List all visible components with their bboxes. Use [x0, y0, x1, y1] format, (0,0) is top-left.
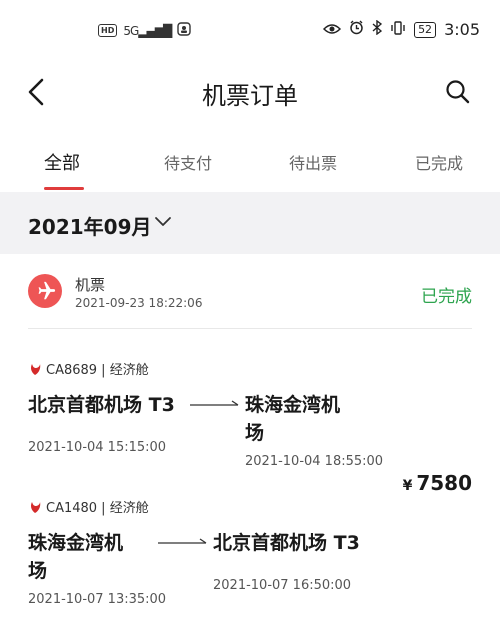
- arrival-time: 2021-10-04 18:55:00: [245, 454, 384, 469]
- month-label: 2021年09月: [28, 215, 152, 239]
- order-created-time: 2021-09-23 18:22:06: [75, 296, 203, 310]
- alarm-icon: [349, 20, 364, 39]
- order-header[interactable]: 机票 2021-09-23 18:22:06 已完成: [0, 262, 500, 328]
- active-tab-indicator: [44, 187, 84, 190]
- month-filter[interactable]: 2021年09月: [0, 192, 500, 254]
- tab-pending-ticketing[interactable]: 待出票: [289, 150, 337, 174]
- bluetooth-icon: [372, 19, 383, 39]
- divider: [28, 328, 472, 329]
- arrival-city: 北京首都机场 T3: [213, 532, 360, 554]
- order-type: 机票: [75, 276, 106, 294]
- flight-number: CA8689 | 经济舱: [46, 363, 149, 378]
- header: 机票订单: [0, 62, 500, 122]
- vpn-icon: [177, 22, 191, 39]
- order-status: 已完成: [421, 287, 472, 307]
- flight-info: CA1480 | 经济舱: [28, 497, 149, 516]
- chevron-down-icon: [155, 217, 171, 226]
- tab-all[interactable]: 全部: [44, 149, 80, 175]
- plane-badge: [28, 274, 62, 308]
- arrival-time: 2021-10-07 16:50:00: [213, 578, 352, 593]
- order-price: ¥7580: [402, 471, 472, 495]
- network-label: 5G▂▄▆█: [123, 23, 172, 38]
- flight-number: CA1480 | 经济舱: [46, 501, 149, 516]
- arrow-right-icon: [190, 400, 239, 406]
- arrival-city: 珠海金湾机 场: [245, 394, 341, 444]
- departure-city: 北京首都机场 T3: [28, 394, 175, 416]
- vibrate-icon: [390, 20, 406, 39]
- tab-completed[interactable]: 已完成: [415, 150, 463, 174]
- clock: 3:05: [444, 20, 480, 39]
- tab-pending-payment[interactable]: 待支付: [164, 150, 212, 174]
- air-china-logo-icon: [31, 501, 41, 513]
- page-title: 机票订单: [202, 82, 298, 110]
- flight-info: CA8689 | 经济舱: [28, 359, 149, 378]
- status-bar: HD 5G▂▄▆█ 52 3:05: [0, 0, 500, 62]
- arrow-right-icon: [158, 538, 207, 544]
- status-left: HD 5G▂▄▆█: [98, 22, 191, 39]
- search-button[interactable]: [444, 78, 472, 106]
- search-icon: [446, 80, 470, 104]
- air-china-logo-icon: [31, 363, 41, 375]
- order-tabs: 全部 待支付 待出票 已完成: [0, 140, 500, 192]
- departure-time: 2021-10-04 15:15:00: [28, 440, 167, 455]
- hd-badge: HD: [98, 24, 118, 37]
- eye-icon: [323, 21, 342, 39]
- battery-indicator: 52: [414, 21, 437, 38]
- departure-city: 珠海金湾机 场: [28, 532, 124, 582]
- airplane-icon: [38, 281, 56, 300]
- status-right: 52 3:05: [323, 19, 480, 39]
- departure-time: 2021-10-07 13:35:00: [28, 592, 167, 607]
